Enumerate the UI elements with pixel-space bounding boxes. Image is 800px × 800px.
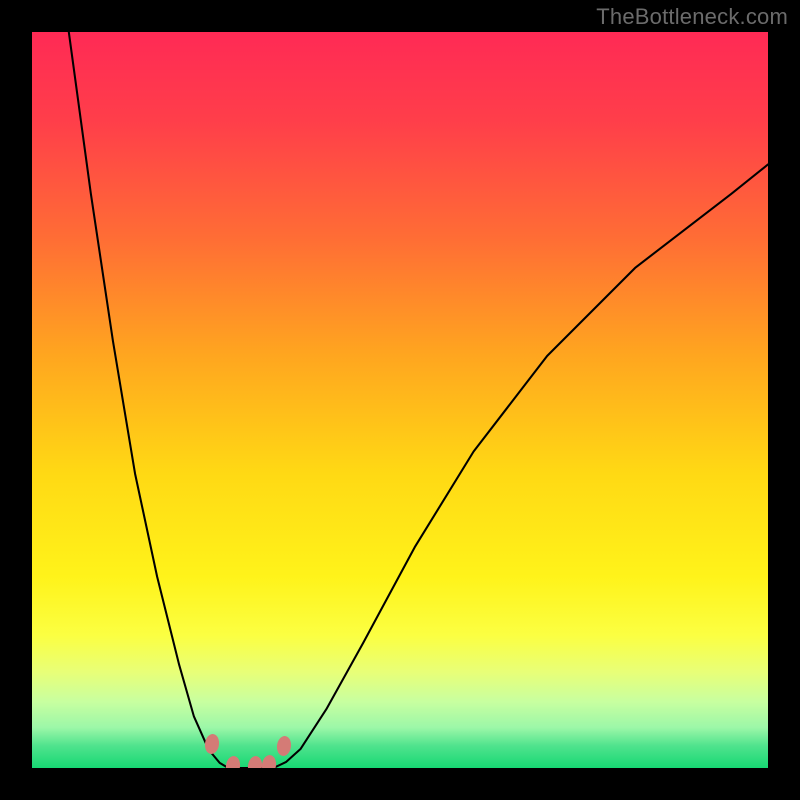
plot-area <box>32 32 768 768</box>
watermark-text: TheBottleneck.com <box>596 4 788 30</box>
curve-marker <box>276 735 293 757</box>
curve-marker <box>261 754 278 768</box>
chart-frame: TheBottleneck.com <box>0 0 800 800</box>
curve-markers <box>32 32 768 768</box>
curve-marker <box>204 734 221 756</box>
curve-marker <box>225 755 242 768</box>
